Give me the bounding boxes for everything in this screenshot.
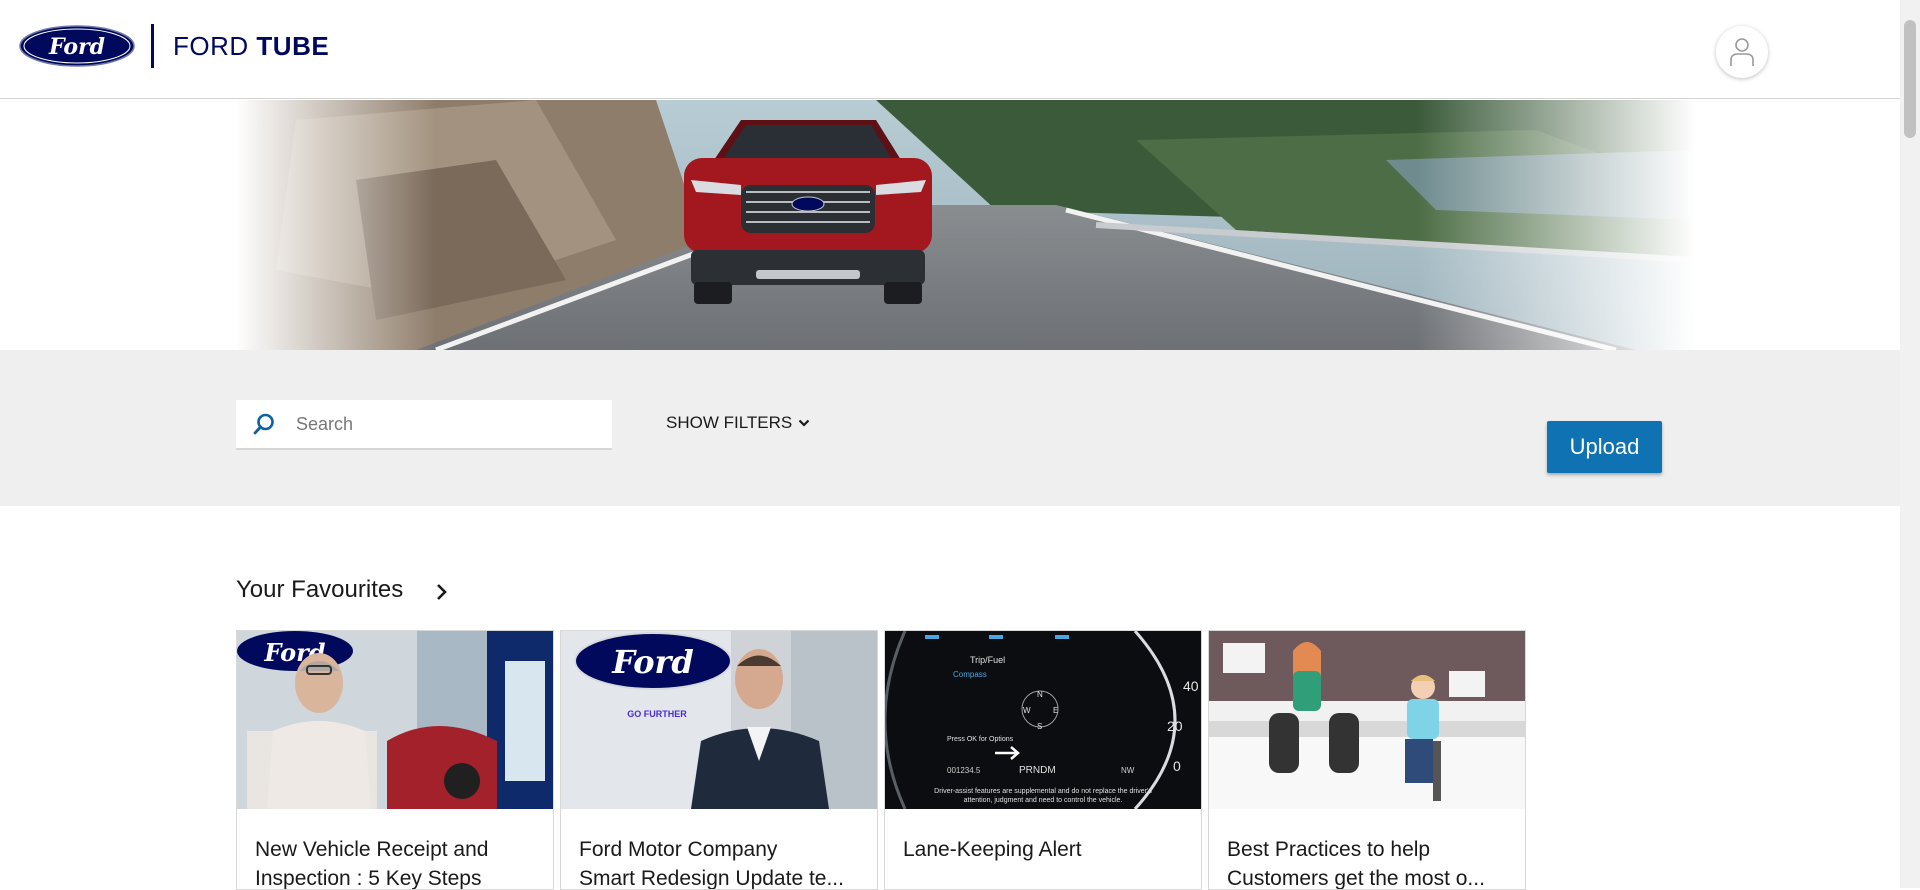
gear-text: PRNDM: [1019, 765, 1056, 776]
video-card[interactable]: Best Practices to help Customers get the…: [1208, 630, 1526, 890]
video-thumbnail[interactable]: 40 20 0 Trip/Fuel Compass N S W E Press …: [885, 631, 1201, 809]
search-icon[interactable]: [252, 412, 276, 436]
options-text: Press OK for Options: [947, 736, 1014, 743]
chevron-down-icon: [798, 419, 810, 427]
site-title-word-1: FORD: [173, 31, 249, 61]
svg-text:W: W: [1023, 706, 1031, 715]
ford-logo-icon[interactable]: Ford: [18, 24, 136, 68]
video-title[interactable]: New Vehicle Receipt and Inspection : 5 K…: [237, 809, 553, 890]
video-thumbnail[interactable]: Ford: [237, 631, 553, 809]
svg-text:N: N: [1037, 690, 1043, 699]
video-title-line-2: Inspection : 5 Key Steps: [255, 867, 482, 890]
heading-text: NW: [1121, 766, 1135, 775]
svg-text:E: E: [1053, 706, 1058, 715]
video-card[interactable]: 40 20 0 Trip/Fuel Compass N S W E Press …: [884, 630, 1202, 890]
go-further-text: GO FURTHER: [627, 709, 687, 719]
show-filters-button[interactable]: SHOW FILTERS: [666, 413, 810, 433]
search-box[interactable]: [236, 400, 612, 450]
trip-fuel-text: Trip/Fuel: [970, 655, 1005, 665]
scrollbar-thumb[interactable]: [1904, 20, 1916, 138]
svg-text:40: 40: [1183, 678, 1199, 694]
search-filter-bar: SHOW FILTERS Upload: [0, 350, 1900, 506]
site-header: Ford FORD TUBE: [0, 0, 1900, 99]
video-title[interactable]: Best Practices to help Customers get the…: [1209, 809, 1525, 890]
video-title-line-2: Smart Redesign Update te...: [579, 867, 844, 890]
search-input[interactable]: [296, 413, 596, 435]
video-thumbnail[interactable]: [1209, 631, 1525, 809]
user-icon: [1730, 38, 1754, 66]
page-scrollbar[interactable]: [1900, 0, 1920, 888]
svg-text:0: 0: [1173, 758, 1181, 774]
site-title-word-2: TUBE: [256, 31, 330, 61]
video-title-line-1: Lane-Keeping Alert: [903, 838, 1082, 861]
video-title-line-1: Ford Motor Company: [579, 838, 778, 861]
compass-text: Compass: [953, 670, 987, 679]
upload-button[interactable]: Upload: [1547, 421, 1662, 473]
video-card[interactable]: Ford GO FURTHER Ford Motor Company Smart…: [560, 630, 878, 890]
favourites-heading[interactable]: Your Favourites: [236, 576, 403, 604]
video-thumbnail[interactable]: Ford GO FURTHER: [561, 631, 877, 809]
svg-text:S: S: [1037, 722, 1042, 731]
chevron-right-icon[interactable]: [432, 582, 452, 602]
video-title[interactable]: Lane-Keeping Alert: [885, 809, 1201, 864]
video-title-line-1: Best Practices to help: [1227, 838, 1431, 861]
account-button[interactable]: [1716, 26, 1768, 78]
video-card[interactable]: Ford New Vehicle Receipt and Inspection …: [236, 630, 554, 890]
svg-text:20: 20: [1167, 718, 1183, 734]
odometer-text: 001234.5: [947, 766, 981, 775]
svg-text:Ford: Ford: [611, 643, 694, 681]
hero-image: [236, 100, 1696, 350]
disclaimer-text-2: attention, judgment and need to control …: [964, 797, 1123, 804]
hero-banner: [0, 100, 1900, 350]
disclaimer-text-1: Driver-assist features are supplemental …: [934, 788, 1152, 795]
video-title[interactable]: Ford Motor Company Smart Redesign Update…: [561, 809, 877, 890]
video-title-line-2: Customers get the most o...: [1227, 867, 1485, 890]
brand-divider: [151, 24, 154, 68]
site-title[interactable]: FORD TUBE: [173, 31, 329, 62]
show-filters-label: SHOW FILTERS: [666, 413, 793, 432]
video-title-line-1: New Vehicle Receipt and: [255, 838, 489, 861]
svg-text:Ford: Ford: [48, 34, 105, 60]
